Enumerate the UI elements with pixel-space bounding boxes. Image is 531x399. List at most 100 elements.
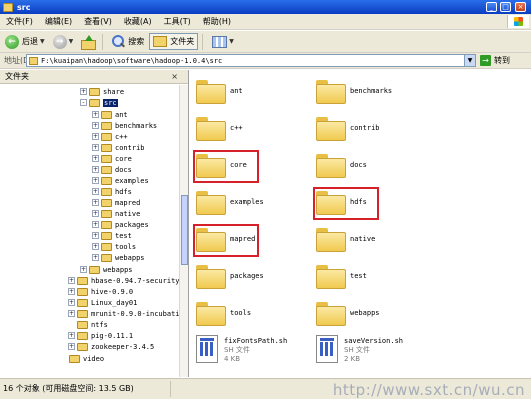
collapse-icon[interactable]: - (80, 99, 87, 106)
up-button[interactable] (78, 33, 98, 51)
search-label: 搜索 (128, 37, 145, 46)
toolbar-divider (102, 33, 104, 50)
close-button[interactable]: × (515, 2, 526, 12)
file-type: SH 文件 (224, 346, 250, 354)
tree-item[interactable]: + zookeeper-3.4.5 (68, 341, 154, 352)
expand-icon[interactable]: + (92, 254, 99, 261)
tree-item[interactable]: ntfs (68, 319, 108, 330)
tree-item[interactable]: - src (80, 97, 118, 108)
folder-item[interactable]: docs (316, 148, 466, 182)
expand-icon[interactable]: + (92, 232, 99, 239)
expand-icon[interactable]: + (92, 221, 99, 228)
search-button[interactable]: 搜索 (109, 33, 147, 51)
expand-icon[interactable]: + (92, 155, 99, 162)
address-input[interactable]: F:\kuaipan\hadoop\software\hadoop-1.0.4\… (26, 54, 476, 67)
expand-icon[interactable]: + (92, 122, 99, 129)
expand-icon[interactable]: + (68, 343, 75, 350)
go-label: 转到 (494, 56, 510, 65)
close-icon[interactable]: × (171, 72, 178, 81)
chevron-down-icon[interactable]: ▼ (464, 55, 475, 66)
tree-item[interactable]: + core (92, 153, 132, 164)
views-button[interactable]: ▼ (209, 33, 237, 51)
menu-help[interactable]: 帮助(H) (197, 16, 237, 27)
expand-icon[interactable]: + (80, 266, 87, 273)
expand-icon[interactable]: + (92, 144, 99, 151)
tree-item[interactable]: + benchmarks (92, 120, 157, 131)
tree-item-label: ntfs (91, 320, 108, 329)
folder-icon (316, 117, 346, 141)
folders-label: 文件夹 (170, 37, 195, 46)
expand-icon[interactable]: + (92, 133, 99, 140)
tree-item[interactable]: + contrib (92, 142, 145, 153)
folder-item[interactable]: native (316, 222, 466, 256)
tree-item[interactable]: + webapps (80, 264, 133, 275)
tree-item-label: tools (115, 242, 137, 251)
tree-item[interactable]: + pig-0.11.1 (68, 330, 133, 341)
tree-item[interactable]: + ant (92, 109, 128, 120)
tree-item[interactable]: + hbase-0.94.7-security (68, 275, 180, 286)
tree-item[interactable]: + Linux_day01 (68, 297, 137, 308)
expand-icon[interactable]: + (68, 277, 75, 284)
expand-icon[interactable]: + (68, 332, 75, 339)
annotation-highlight-box (193, 224, 259, 257)
expand-icon[interactable]: + (92, 177, 99, 184)
tree-item-label: benchmarks (115, 121, 158, 130)
folders-button[interactable]: 文件夹 (149, 33, 199, 50)
folder-item[interactable]: webapps (316, 296, 466, 330)
folder-item[interactable]: contrib (316, 111, 466, 145)
tree-item-label: video (83, 354, 105, 363)
script-file-icon (316, 335, 338, 363)
menu-favorites[interactable]: 收藏(A) (118, 16, 158, 27)
file-details: fixFontsPath.sh SH 文件 4 KB (224, 337, 287, 363)
scrollbar-thumb[interactable] (181, 195, 188, 265)
expand-icon[interactable]: + (92, 199, 99, 206)
tree-item[interactable]: + c++ (92, 131, 128, 142)
tree-item[interactable]: + tools (92, 241, 136, 252)
forward-button[interactable]: → ▼ (50, 33, 77, 51)
go-button[interactable]: → 转到 (480, 55, 510, 66)
folder-tree: + share - src + ant + benchmarks + c++ + contrib + co… (0, 85, 180, 377)
folder-icon (77, 287, 88, 296)
tree-item[interactable]: + test (92, 230, 132, 241)
tree-item-label: mrunit-0.9.0-incubati (91, 309, 180, 318)
file-name: c++ (230, 124, 243, 132)
file-name: packages (230, 272, 264, 280)
tree-item[interactable]: + mapred (92, 197, 140, 208)
menu-tools[interactable]: 工具(T) (158, 16, 197, 27)
vertical-scrollbar[interactable] (179, 85, 188, 377)
tree-item[interactable]: + hive-0.9.0 (68, 286, 133, 297)
expand-icon[interactable]: + (68, 299, 75, 306)
expand-icon[interactable]: + (68, 288, 75, 295)
tree-item[interactable]: + examples (92, 175, 149, 186)
tree-item-label: native (115, 209, 141, 218)
tree-item[interactable]: + hdfs (92, 186, 132, 197)
menu-edit[interactable]: 编辑(E) (39, 16, 78, 27)
expand-icon[interactable]: + (80, 88, 87, 95)
tree-item[interactable]: + mrunit-0.9.0-incubati (68, 308, 180, 319)
back-button[interactable]: ← 后退 ▼ (2, 33, 48, 51)
maximize-button[interactable]: □ (500, 2, 511, 12)
folder-item[interactable]: benchmarks (316, 74, 466, 108)
folder-item[interactable]: test (316, 259, 466, 293)
chevron-down-icon: ▼ (40, 38, 45, 45)
script-file-icon (196, 335, 218, 363)
menu-view[interactable]: 查看(V) (78, 16, 118, 27)
expand-icon[interactable]: + (92, 243, 99, 250)
expand-icon[interactable]: + (92, 188, 99, 195)
tree-item[interactable]: video (60, 353, 104, 364)
minimize-button[interactable]: _ (486, 2, 497, 12)
tree-item[interactable]: + native (92, 208, 140, 219)
expand-icon[interactable]: + (68, 310, 75, 317)
expand-icon[interactable]: + (92, 210, 99, 217)
tree-item[interactable]: + docs (92, 164, 132, 175)
expand-icon[interactable]: + (92, 166, 99, 173)
tree-item[interactable]: + share (80, 86, 124, 97)
menu-file[interactable]: 文件(F) (0, 16, 39, 27)
tree-item[interactable]: + webapps (92, 252, 145, 263)
expand-icon[interactable]: + (92, 111, 99, 118)
file-item[interactable]: saveVersion.sh SH 文件 2 KB (316, 335, 466, 375)
file-name: saveVersion.sh (344, 337, 404, 345)
go-arrow-icon: → (480, 55, 491, 66)
folder-icon (316, 265, 346, 289)
tree-item[interactable]: + packages (92, 219, 149, 230)
